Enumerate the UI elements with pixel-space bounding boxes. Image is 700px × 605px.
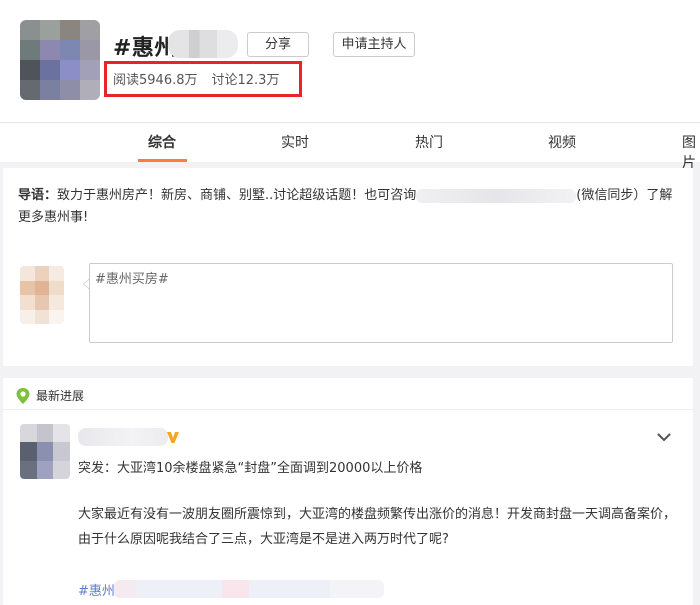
user-avatar — [20, 266, 64, 324]
topic-guide: 导语：致力于惠州房产！新房、商铺、别墅..讨论超级话题！也可咨询 (微信同步）了解… — [18, 185, 678, 229]
guide-text-before: 致力于惠州房产！新房、商铺、别墅..讨论超级话题！也可咨询 — [57, 188, 417, 203]
topic-avatar — [20, 20, 100, 100]
tab-bar: 综合 实时 热门 视频 图片 — [0, 122, 700, 171]
verified-badge-icon — [167, 432, 179, 443]
feed-card: 最新进展 突发：大亚湾10余楼盘紧急“封盘”全面调到20000以上价格 大家最近… — [3, 378, 693, 605]
tab-video[interactable]: 视频 — [548, 132, 576, 152]
active-tab-indicator — [138, 159, 187, 162]
guide-card: 导语：致力于惠州房产！新房、商铺、别墅..讨论超级话题！也可咨询 (微信同步）了解… — [3, 168, 693, 366]
apply-host-button[interactable]: 申请主持人 — [333, 32, 415, 57]
post-author-avatar[interactable] — [20, 424, 70, 479]
contact-redaction — [416, 188, 577, 203]
guide-label: 导语： — [18, 188, 58, 203]
location-pin-icon — [16, 388, 30, 404]
topic-stats: 阅读5946.8万 讨论12.3万 — [113, 69, 279, 88]
chevron-down-icon[interactable] — [657, 432, 671, 442]
tab-images[interactable]: 图片 — [682, 132, 700, 172]
tab-hot[interactable]: 热门 — [415, 132, 443, 152]
topic-header: #惠州 分享 申请主持人 阅读5946.8万 讨论12.3万 — [0, 0, 700, 122]
author-name-redaction — [78, 428, 168, 446]
post-hashtag-link[interactable]: #惠州 — [78, 580, 115, 599]
discussion-count: 讨论12.3万 — [211, 73, 280, 88]
latest-header: 最新进展 — [3, 378, 693, 410]
post-headline: 突发：大亚湾10余楼盘紧急“封盘”全面调到20000以上价格 — [78, 461, 423, 476]
read-count: 阅读5946.8万 — [113, 73, 198, 88]
post-composer-input[interactable]: #惠州买房# — [89, 263, 673, 343]
title-redaction — [168, 30, 238, 58]
tab-realtime[interactable]: 实时 — [281, 132, 309, 152]
latest-label: 最新进展 — [36, 389, 85, 403]
post-body: 大家最近有没有一波朋友圈所震惊到，大亚湾的楼盘频繁传出涨价的消息！开发商封盘一天… — [78, 507, 677, 547]
tab-comprehensive[interactable]: 综合 — [148, 132, 176, 152]
hashtag-redaction — [114, 580, 384, 598]
share-button[interactable]: 分享 — [247, 32, 309, 57]
